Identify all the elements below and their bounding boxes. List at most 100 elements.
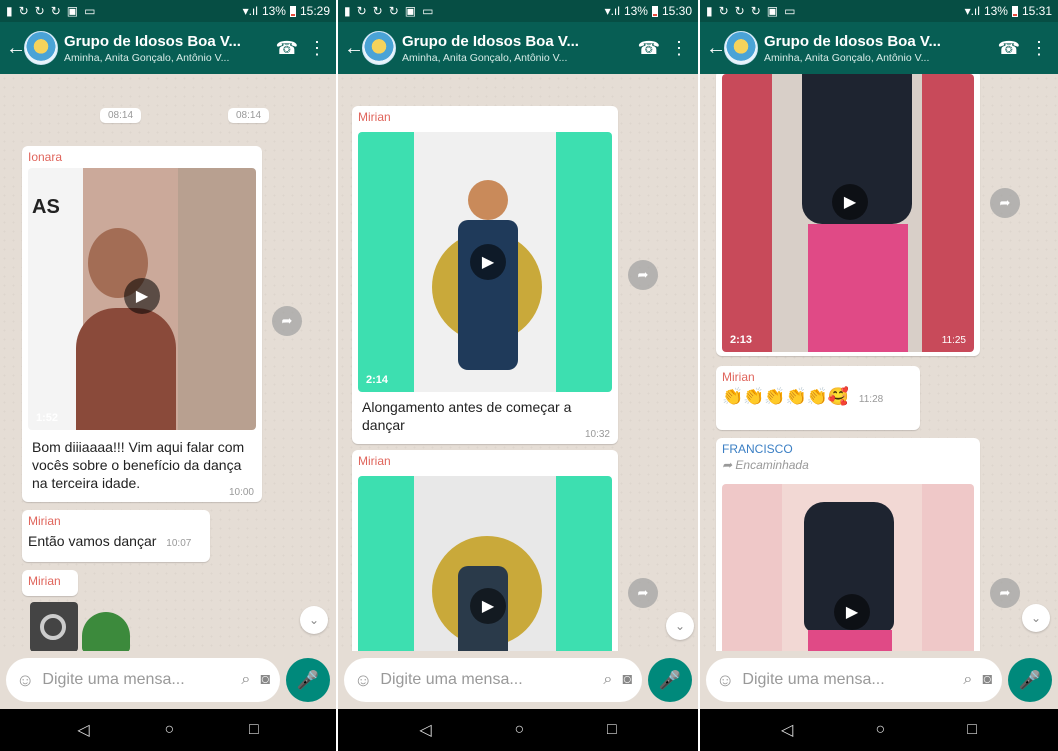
message-text: Alongamento antes de começar a dançar	[362, 399, 572, 433]
play-icon[interactable]: ▶	[470, 244, 506, 280]
video-thumbnail[interactable]: ▶	[722, 484, 974, 651]
nav-back-icon[interactable]: ◁	[781, 720, 793, 740]
forwarded-video-message: FRANCISCO ➦ Encaminhada ▶	[716, 438, 980, 651]
message-text: 👏👏👏👏👏🥰 11:28	[716, 386, 920, 411]
input-placeholder: Digite uma mensa...	[42, 671, 185, 688]
add-call-icon[interactable]: ☎	[998, 38, 1020, 59]
nav-recent-icon[interactable]: □	[967, 721, 977, 739]
camera-icon[interactable]: ◙	[982, 671, 992, 689]
group-avatar[interactable]	[362, 31, 396, 65]
emoji-icon[interactable]: ☺	[16, 670, 34, 691]
back-arrow-icon[interactable]: ←	[344, 37, 364, 60]
group-title: Grupo de Idosos Boa V...	[764, 32, 941, 50]
message-text: Então vamos dançar 10:07	[22, 530, 210, 555]
attach-icon[interactable]: ⌕	[963, 671, 972, 689]
overflow-menu-icon[interactable]: ⋮	[308, 38, 326, 59]
clock: 15:29	[299, 4, 330, 18]
sticker-image[interactable]	[82, 612, 130, 651]
chat-area[interactable]: ▶ 2:13 11:25 ➦ Mirian 👏👏👏👏👏🥰 11:28 FRANC…	[700, 74, 1058, 651]
sender-name[interactable]: Mirian	[716, 366, 920, 386]
share-icon[interactable]: ➦	[628, 260, 658, 290]
add-call-icon[interactable]: ☎	[638, 38, 660, 59]
group-members: Aminha, Anita Gonçalo, Antônio V...	[764, 51, 930, 64]
play-icon[interactable]: ▶	[834, 594, 870, 630]
nav-bar: ◁ ○ □	[700, 709, 1058, 751]
video-thumbnail[interactable]: AS ▶ 1:52	[28, 168, 256, 430]
chat-title-block[interactable]: Grupo de Idosos Boa V... Aminha, Anita G…	[402, 33, 628, 64]
video-duration: 2:14	[366, 374, 389, 386]
sender-name[interactable]: Mirian	[22, 570, 78, 590]
screen-icon: ▭	[422, 4, 434, 18]
message-body: Então vamos dançar	[28, 533, 157, 549]
signal-icon: ▾.ıl	[242, 4, 258, 18]
share-icon[interactable]: ➦	[272, 306, 302, 336]
group-members: Aminha, Anita Gonçalo, Antônio V...	[64, 51, 230, 64]
sender-name[interactable]: Mirian	[352, 106, 618, 126]
video-thumbnail[interactable]: ▶ 2:14	[358, 132, 612, 392]
back-arrow-icon[interactable]: ←	[706, 37, 726, 60]
group-avatar[interactable]	[24, 31, 58, 65]
attach-icon[interactable]: ⌕	[603, 671, 612, 689]
add-call-icon[interactable]: ☎	[276, 38, 298, 59]
message-time: 08:14	[228, 108, 270, 123]
battery-percent: 13%	[983, 4, 1008, 18]
status-bar: ▮ ↻ ↻ ↻ ▣ ▭ ▾.ıl 13% 15:30	[338, 0, 698, 22]
overflow-menu-icon[interactable]: ⋮	[1030, 38, 1048, 59]
nav-home-icon[interactable]: ○	[514, 721, 524, 739]
chat-area[interactable]: 08:14 08:14 Ionara AS ▶ 1:52 Bom diiiaaa…	[0, 74, 336, 651]
mic-button[interactable]: 🎤	[1008, 658, 1052, 702]
sim-icon: ▮	[6, 4, 13, 18]
nav-back-icon[interactable]: ◁	[419, 720, 431, 740]
notification-icon: ↻	[34, 4, 45, 18]
chat-title-block[interactable]: Grupo de Idosos Boa V... Aminha, Anita G…	[764, 33, 988, 64]
phone-screen-1: ▮ ↻ ↻ ↻ ▣ ▭ ▾.ıl 13% 15:29 ← Grupo de Id…	[0, 0, 336, 751]
message-input[interactable]: ☺ Digite uma mensa... ⌕ ◙	[344, 658, 642, 702]
image-icon: ▣	[66, 4, 79, 18]
video-message: Mirian ▶ 2:14 Alongamento antes de começ…	[352, 106, 618, 444]
video-message: ▶ 2:13 11:25	[716, 74, 980, 356]
battery-icon	[289, 5, 296, 17]
chat-area[interactable]: Mirian ▶ 2:14 Alongamento antes de começ…	[338, 74, 698, 651]
sender-name[interactable]: FRANCISCO	[716, 438, 980, 458]
scroll-down-icon[interactable]: ⌄	[1022, 604, 1050, 632]
chat-header: ← Grupo de Idosos Boa V... Aminha, Anita…	[0, 22, 336, 74]
scroll-down-icon[interactable]: ⌄	[666, 612, 694, 640]
message-input[interactable]: ☺ Digite uma mensa... ⌕ ◙	[6, 658, 280, 702]
notification-icon: ↻	[50, 4, 61, 18]
play-icon[interactable]: ▶	[470, 588, 506, 624]
attach-icon[interactable]: ⌕	[241, 671, 250, 689]
share-icon[interactable]: ➦	[628, 578, 658, 608]
video-message: Mirian ▶	[352, 450, 618, 651]
camera-icon[interactable]: ◙	[260, 671, 270, 689]
chat-title-block[interactable]: Grupo de Idosos Boa V... Aminha, Anita G…	[64, 33, 266, 64]
share-icon[interactable]: ➦	[990, 578, 1020, 608]
group-avatar[interactable]	[724, 31, 758, 65]
sticker-image[interactable]	[30, 602, 78, 651]
forwarded-text: Encaminhada	[735, 458, 809, 472]
nav-back-icon[interactable]: ◁	[77, 720, 89, 740]
status-bar: ▮ ↻ ↻ ↻ ▣ ▭ ▾.ıl 13% 15:31	[700, 0, 1058, 22]
back-arrow-icon[interactable]: ←	[6, 37, 26, 60]
nav-home-icon[interactable]: ○	[164, 721, 174, 739]
nav-home-icon[interactable]: ○	[875, 721, 885, 739]
emoji-icon[interactable]: ☺	[354, 670, 372, 691]
video-thumbnail[interactable]: ▶ 2:13 11:25	[722, 74, 974, 352]
sender-name[interactable]: Ionara	[22, 146, 262, 166]
overflow-menu-icon[interactable]: ⋮	[670, 38, 688, 59]
sender-name[interactable]: Mirian	[352, 450, 618, 470]
video-thumbnail[interactable]: ▶	[358, 476, 612, 651]
sender-name[interactable]: Mirian	[22, 510, 210, 530]
nav-recent-icon[interactable]: □	[607, 721, 617, 739]
share-icon[interactable]: ➦	[990, 188, 1020, 218]
emoji-icon[interactable]: ☺	[716, 670, 734, 691]
play-icon[interactable]: ▶	[832, 184, 868, 220]
message-input[interactable]: ☺ Digite uma mensa... ⌕ ◙	[706, 658, 1002, 702]
camera-icon[interactable]: ◙	[622, 671, 632, 689]
message-time: 10:00	[228, 487, 254, 498]
play-icon[interactable]: ▶	[124, 278, 160, 314]
nav-recent-icon[interactable]: □	[249, 721, 259, 739]
scroll-down-icon[interactable]: ⌄	[300, 606, 328, 634]
mic-button[interactable]: 🎤	[648, 658, 692, 702]
mic-button[interactable]: 🎤	[286, 658, 330, 702]
group-title: Grupo de Idosos Boa V...	[402, 32, 579, 50]
